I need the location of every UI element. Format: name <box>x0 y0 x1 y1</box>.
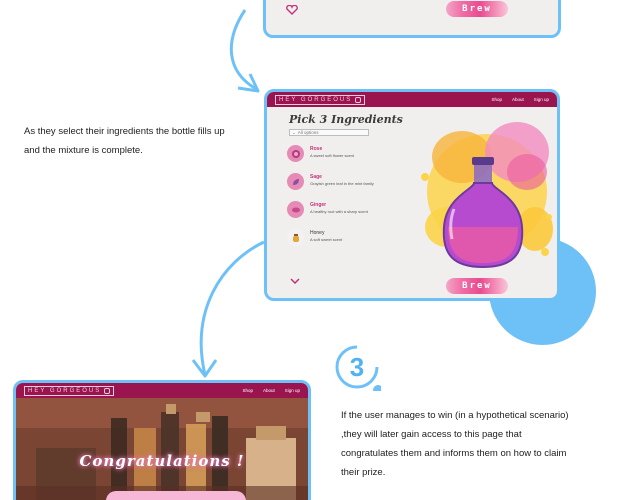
congratulations-heading: Congratulations ! <box>79 452 245 470</box>
honey-icon <box>287 229 304 246</box>
ingredient-name: Ginger <box>310 202 327 208</box>
nav-link-signup[interactable]: Sign up <box>534 97 549 102</box>
nav-link-about[interactable]: About <box>512 97 524 102</box>
nav-link-shop[interactable]: Shop <box>491 97 502 102</box>
screen-previous: Brew <box>263 0 561 38</box>
storyboard: Brew As they select their ingredients th… <box>0 0 620 500</box>
ingredient-item-sage[interactable]: Sage Grayish green leaf in the mint fami… <box>287 173 374 190</box>
nav-link-shop[interactable]: Shop <box>242 388 253 393</box>
ingredient-description: A soft sweet scent <box>310 237 343 242</box>
logo[interactable]: HEY GORGEOUS <box>275 94 366 105</box>
ingredient-name: Honey <box>310 230 325 236</box>
connector-bottom <box>199 240 265 376</box>
connector-top <box>229 9 259 92</box>
nav-link-about[interactable]: About <box>263 388 275 393</box>
heart-icon <box>286 5 298 15</box>
options-dropdown-label: All options <box>297 130 319 135</box>
brew-button[interactable]: Brew <box>446 1 508 17</box>
prize-caption: If the user manages to win (in a hypothe… <box>341 410 569 478</box>
ingredients-caption: As they select their ingredients the bot… <box>24 126 225 156</box>
screen-pick-ingredients: HEY GORGEOUS Shop About Sign up Pick 3 I… <box>264 89 560 301</box>
nav-bar: HEY GORGEOUS Shop About Sign up <box>16 383 308 398</box>
rose-icon <box>287 145 304 162</box>
nav-links: Shop About Sign up <box>491 97 549 102</box>
hero-image: Congratulations ! <box>16 398 308 500</box>
logo-text: HEY GORGEOUS <box>28 387 102 394</box>
ingredient-description: Grayish green leaf in the mint family <box>310 181 374 186</box>
logo[interactable]: HEY GORGEOUS <box>24 385 115 396</box>
pink-banner <box>106 491 246 500</box>
logo-text: HEY GORGEOUS <box>279 96 353 103</box>
brew-button[interactable]: Brew <box>446 278 508 294</box>
sage-icon <box>287 173 304 190</box>
brew-button-label: Brew <box>462 4 492 14</box>
ingredient-name: Rose <box>310 146 323 152</box>
ginger-icon <box>287 201 304 218</box>
ingredient-description: A healthy root with a sharp scent <box>310 209 368 214</box>
step-number: 3 <box>349 351 365 382</box>
oil-bottles-illustration <box>16 398 308 500</box>
screen-congratulations: HEY GORGEOUS Shop About Sign up Congratu… <box>13 380 311 500</box>
page-title: Pick 3 Ingredients <box>289 113 403 126</box>
brew-button-label: Brew <box>462 281 492 291</box>
potion-bottle-icon <box>442 157 524 269</box>
logo-icon <box>355 96 362 103</box>
nav-link-signup[interactable]: Sign up <box>285 388 300 393</box>
ingredient-item-honey[interactable]: Honey A soft sweet scent <box>287 229 342 246</box>
chevron-down-icon[interactable] <box>290 278 300 284</box>
ingredient-description: A sweet soft flower scent <box>310 153 355 158</box>
step-badge: 3 <box>333 343 381 391</box>
nav-links: Shop About Sign up <box>242 388 300 393</box>
options-dropdown[interactable]: ⌄ All options <box>289 129 369 136</box>
logo-icon <box>104 387 111 394</box>
chevron-down-icon: ⌄ <box>292 129 296 135</box>
ingredient-item-rose[interactable]: Rose A sweet soft flower scent <box>287 145 354 162</box>
ingredient-name: Sage <box>310 174 322 180</box>
ingredient-item-ginger[interactable]: Ginger A healthy root with a sharp scent <box>287 201 368 218</box>
nav-bar: HEY GORGEOUS Shop About Sign up <box>267 92 557 107</box>
ingredients-panel: Pick 3 Ingredients ⌄ All options Rose A … <box>267 107 557 298</box>
